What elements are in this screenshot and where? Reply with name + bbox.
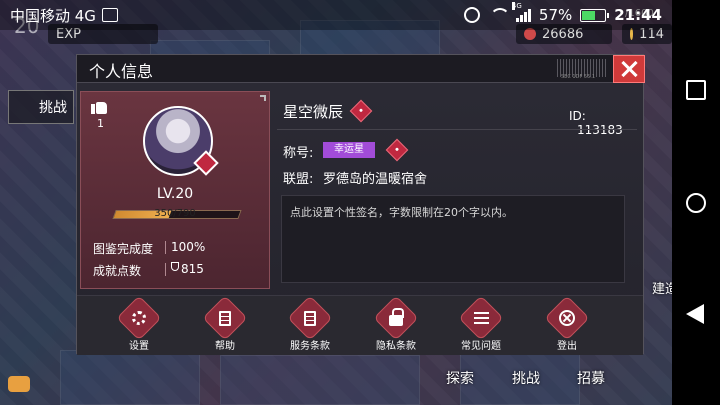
like-count: 1	[97, 117, 104, 130]
player-id: ID: 113183	[569, 109, 643, 137]
guild-name: 罗德岛的温暖宿舍	[323, 172, 428, 187]
wifi-icon	[488, 8, 510, 22]
privacy-lock-icon	[389, 314, 403, 326]
title-badge: 幸运星	[323, 142, 375, 158]
signature-input[interactable]: 点此设置个性签名，字数限制在20个字以内。	[281, 195, 625, 283]
change-title-icon[interactable]	[385, 138, 409, 162]
battery-percent: 57%	[538, 6, 573, 24]
chat-icon[interactable]	[8, 376, 30, 392]
stat-value: 100%	[171, 240, 206, 254]
recent-apps-button[interactable]	[686, 80, 706, 100]
divider	[277, 129, 637, 130]
faq-list-icon	[473, 312, 489, 324]
action-bar: 设置 帮助 服务条款 隐私条款 常见问题 登出	[77, 295, 643, 355]
home-button[interactable]	[686, 193, 706, 213]
bottom-nav-recruit[interactable]: 招募	[577, 368, 605, 388]
back-button[interactable]	[686, 304, 704, 324]
player-name: 星空微辰	[283, 103, 344, 121]
edit-name-icon[interactable]	[349, 99, 373, 123]
signature-placeholder: 点此设置个性签名，字数限制在20个字以内。	[290, 206, 513, 219]
help-label: 帮助	[215, 341, 235, 352]
exp-progress-text: 350/790	[154, 208, 196, 219]
dialog-title: 个人信息	[89, 62, 154, 81]
image-notification-icon	[101, 8, 118, 22]
profile-card: 1 LV.20 350/790 图鉴完成度 100% 成就点数 815	[80, 91, 270, 289]
stat-value: 815	[181, 262, 204, 276]
stat-label: 成就点数	[93, 264, 142, 278]
help-button[interactable]: 帮助	[191, 295, 259, 352]
battery-icon	[580, 8, 610, 22]
title-label: 称号:	[283, 146, 314, 161]
bottom-nav-challenge[interactable]: 挑战	[512, 368, 540, 388]
thumbs-up-icon[interactable]	[91, 98, 107, 114]
guild-label: 联盟:	[283, 172, 314, 187]
challenge-side-label: 挑战	[39, 100, 67, 116]
stat-row-achievement: 成就点数 815	[93, 262, 204, 279]
settings-button[interactable]: 设置	[105, 295, 173, 352]
privacy-label: 隐私条款	[376, 341, 416, 352]
close-button[interactable]	[613, 55, 645, 83]
alarm-icon	[463, 7, 480, 23]
divider	[165, 241, 166, 254]
close-icon	[621, 61, 637, 77]
trophy-icon	[171, 262, 179, 271]
logout-button[interactable]: 登出	[533, 295, 601, 352]
header-code: SEC 1DF 55.1	[561, 74, 596, 80]
faq-label: 常见问题	[461, 341, 501, 352]
carrier-name: 中国移动 4G	[10, 6, 96, 25]
gear-icon	[132, 311, 146, 325]
personal-info-dialog: 个人信息 SEC 1DF 55.1 1 LV.20 350/790 图鉴完成度 …	[76, 54, 645, 355]
privacy-button[interactable]: 隐私条款	[362, 295, 430, 352]
corner-decoration	[260, 95, 266, 101]
divider	[165, 263, 166, 276]
android-nav-bar	[672, 0, 720, 405]
logout-label: 登出	[557, 341, 577, 352]
bottom-nav-explore[interactable]: 探索	[446, 368, 474, 388]
id-value: 113183	[577, 123, 623, 137]
player-level: LV.20	[156, 186, 194, 202]
stat-label: 图鉴完成度	[93, 242, 154, 256]
terms-button[interactable]: 服务条款	[276, 295, 344, 352]
dialog-header: 个人信息 SEC 1DF 55.1	[77, 55, 643, 83]
faq-button[interactable]: 常见问题	[447, 295, 515, 352]
status-bar: 中国移动 4G 4G 57% 21:44	[0, 0, 720, 30]
clock: 21:44	[614, 6, 662, 24]
network-type-tag: 4G	[511, 2, 522, 10]
challenge-side-button[interactable]: 挑战	[8, 90, 74, 124]
terms-doc-icon	[304, 310, 316, 326]
stat-row-collection: 图鉴完成度 100%	[93, 240, 205, 257]
signal-icon: 4G	[511, 2, 531, 22]
logout-icon	[559, 310, 575, 326]
help-doc-icon	[219, 310, 231, 326]
id-label: ID:	[569, 109, 586, 123]
settings-label: 设置	[129, 341, 149, 352]
terms-label: 服务条款	[290, 341, 330, 352]
